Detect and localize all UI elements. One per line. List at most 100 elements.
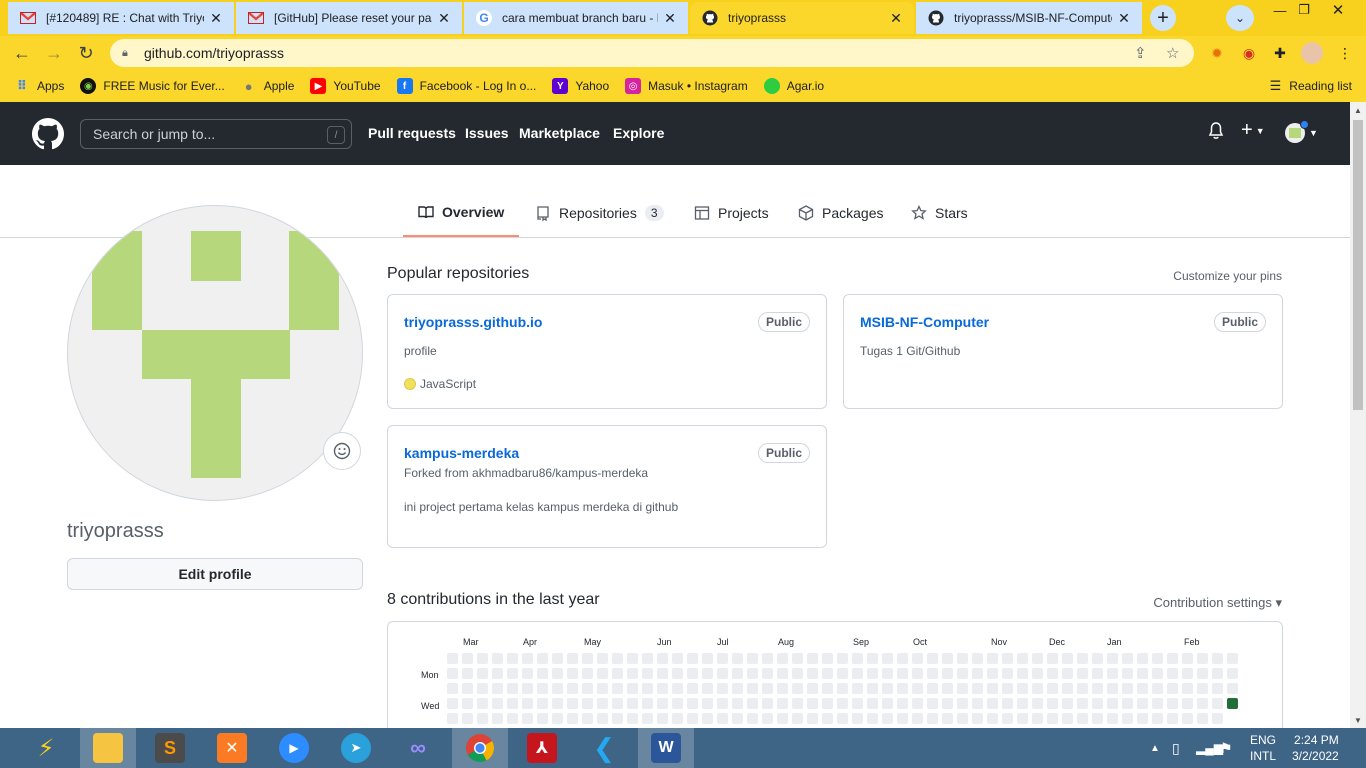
zoom-icon[interactable]: ▶ bbox=[266, 728, 322, 768]
notifications-bell-icon[interactable] bbox=[1208, 122, 1224, 140]
contribution-day-cell[interactable] bbox=[447, 698, 458, 709]
chrome-icon[interactable] bbox=[452, 728, 508, 768]
contribution-day-cell[interactable] bbox=[687, 668, 698, 679]
contribution-day-cell[interactable] bbox=[822, 668, 833, 679]
contribution-day-cell[interactable] bbox=[702, 713, 713, 724]
edit-profile-button[interactable]: Edit profile bbox=[67, 558, 363, 590]
contribution-day-cell[interactable] bbox=[492, 713, 503, 724]
contribution-day-cell[interactable] bbox=[507, 653, 518, 664]
contribution-day-cell[interactable] bbox=[1197, 713, 1208, 724]
contribution-day-cell[interactable] bbox=[702, 653, 713, 664]
contribution-day-cell[interactable] bbox=[567, 713, 578, 724]
contribution-day-cell[interactable] bbox=[732, 713, 743, 724]
contribution-day-cell[interactable] bbox=[447, 683, 458, 694]
contribution-day-cell[interactable] bbox=[747, 668, 758, 679]
file-explorer-icon[interactable] bbox=[80, 728, 136, 768]
contribution-day-cell[interactable] bbox=[687, 653, 698, 664]
contribution-day-cell[interactable] bbox=[1197, 698, 1208, 709]
reading-list-button[interactable]: ☰ Reading list bbox=[1270, 70, 1352, 102]
create-new-button[interactable]: + ▼ bbox=[1241, 119, 1265, 142]
profile-avatar[interactable] bbox=[1301, 42, 1323, 64]
contribution-day-cell[interactable] bbox=[447, 653, 458, 664]
set-status-button[interactable] bbox=[323, 432, 361, 470]
bookmark-apps[interactable]: ⠿ Apps bbox=[14, 78, 64, 94]
contribution-day-cell[interactable] bbox=[1002, 668, 1013, 679]
contribution-day-cell[interactable] bbox=[1032, 653, 1043, 664]
contribution-day-cell[interactable] bbox=[462, 683, 473, 694]
contribution-day-cell[interactable] bbox=[567, 698, 578, 709]
menu-kebab-icon[interactable]: ⋮ bbox=[1334, 42, 1356, 64]
maximize-button[interactable]: ❐ bbox=[1286, 0, 1322, 20]
contribution-day-cell[interactable] bbox=[1017, 698, 1028, 709]
contribution-day-cell[interactable] bbox=[672, 713, 683, 724]
contribution-day-cell[interactable] bbox=[747, 713, 758, 724]
contribution-day-cell[interactable] bbox=[1107, 683, 1118, 694]
nav-issues[interactable]: Issues bbox=[465, 125, 509, 141]
contribution-day-cell[interactable] bbox=[1092, 713, 1103, 724]
contribution-day-cell[interactable] bbox=[882, 713, 893, 724]
contribution-day-cell[interactable] bbox=[642, 653, 653, 664]
contribution-day-cell[interactable] bbox=[1092, 668, 1103, 679]
contribution-day-cell[interactable] bbox=[1212, 713, 1223, 724]
contribution-day-cell[interactable] bbox=[1017, 653, 1028, 664]
contribution-day-cell[interactable] bbox=[1032, 668, 1043, 679]
contribution-day-cell[interactable] bbox=[957, 698, 968, 709]
contribution-day-cell[interactable] bbox=[507, 668, 518, 679]
contribution-day-cell[interactable] bbox=[627, 698, 638, 709]
contribution-day-cell[interactable] bbox=[1047, 668, 1058, 679]
contribution-day-cell[interactable] bbox=[852, 698, 863, 709]
contribution-day-cell[interactable] bbox=[867, 713, 878, 724]
tab-overview[interactable]: Overview bbox=[403, 188, 520, 237]
nav-marketplace[interactable]: Marketplace bbox=[519, 125, 600, 141]
contribution-day-cell[interactable] bbox=[582, 698, 593, 709]
contribution-day-cell[interactable] bbox=[912, 698, 923, 709]
contribution-day-cell[interactable] bbox=[852, 653, 863, 664]
contribution-day-cell[interactable] bbox=[522, 683, 533, 694]
contribution-day-cell[interactable] bbox=[1122, 683, 1133, 694]
contribution-day-cell[interactable] bbox=[1167, 698, 1178, 709]
bookmark-apple[interactable]: ● Apple bbox=[241, 78, 295, 94]
contribution-day-cell[interactable] bbox=[807, 653, 818, 664]
contribution-day-cell[interactable] bbox=[717, 713, 728, 724]
contribution-day-cell[interactable] bbox=[1047, 683, 1058, 694]
contribution-day-cell[interactable] bbox=[927, 653, 938, 664]
contribution-day-cell[interactable] bbox=[1137, 683, 1148, 694]
bookmark-agario[interactable]: Agar.io bbox=[763, 78, 824, 94]
bookmark-facebook[interactable]: f Facebook - Log In o... bbox=[396, 78, 536, 94]
contribution-day-cell[interactable] bbox=[957, 668, 968, 679]
contribution-day-cell[interactable] bbox=[822, 653, 833, 664]
repo-name-link[interactable]: MSIB-NF-Computer bbox=[860, 314, 989, 330]
contribution-day-cell[interactable] bbox=[627, 653, 638, 664]
contribution-day-cell[interactable] bbox=[792, 653, 803, 664]
show-hidden-icons-button[interactable]: ▲ bbox=[1150, 728, 1160, 768]
contribution-day-cell[interactable] bbox=[1197, 653, 1208, 664]
contribution-day-cell[interactable] bbox=[1107, 668, 1118, 679]
contribution-day-cell[interactable] bbox=[852, 713, 863, 724]
contribution-day-cell[interactable] bbox=[1047, 713, 1058, 724]
scroll-down-arrow[interactable]: ▼ bbox=[1350, 712, 1366, 728]
xampp-icon[interactable]: ✕ bbox=[204, 728, 260, 768]
contribution-day-cell[interactable] bbox=[717, 698, 728, 709]
contribution-day-cell[interactable] bbox=[867, 668, 878, 679]
contribution-day-cell[interactable] bbox=[627, 668, 638, 679]
contribution-day-cell[interactable] bbox=[1017, 713, 1028, 724]
contribution-day-cell[interactable] bbox=[1122, 653, 1133, 664]
contribution-day-cell[interactable] bbox=[612, 668, 623, 679]
contribution-day-cell[interactable] bbox=[552, 653, 563, 664]
contribution-day-cell[interactable] bbox=[1017, 683, 1028, 694]
contribution-day-cell[interactable] bbox=[837, 683, 848, 694]
contribution-day-cell[interactable] bbox=[657, 653, 668, 664]
contribution-day-cell[interactable] bbox=[477, 713, 488, 724]
contribution-day-cell[interactable] bbox=[1032, 698, 1043, 709]
contribution-day-cell[interactable] bbox=[1137, 698, 1148, 709]
contribution-day-cell[interactable] bbox=[672, 683, 683, 694]
contribution-day-cell[interactable] bbox=[792, 698, 803, 709]
contribution-day-cell[interactable] bbox=[972, 683, 983, 694]
contribution-day-cell[interactable] bbox=[972, 713, 983, 724]
contribution-day-cell[interactable] bbox=[912, 713, 923, 724]
contribution-day-cell[interactable] bbox=[1077, 683, 1088, 694]
contribution-day-cell[interactable] bbox=[882, 698, 893, 709]
contribution-day-cell[interactable] bbox=[447, 668, 458, 679]
contribution-day-cell[interactable] bbox=[1212, 668, 1223, 679]
contribution-day-cell[interactable] bbox=[1062, 683, 1073, 694]
